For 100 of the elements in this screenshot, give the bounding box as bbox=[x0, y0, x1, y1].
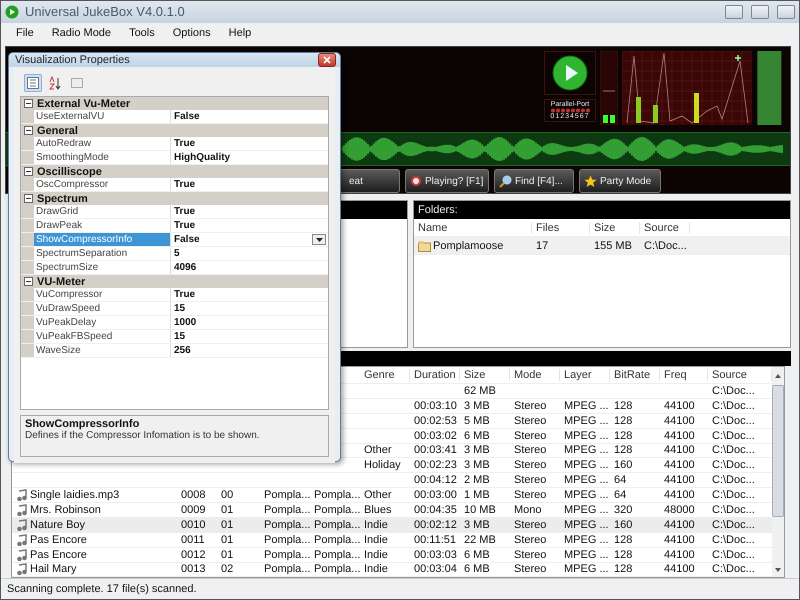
table-cell-text: MPEG ... bbox=[563, 474, 610, 486]
player-button[interactable]: Party Mode bbox=[579, 169, 661, 194]
property-value: False bbox=[173, 111, 200, 122]
table-cell-text: 44100 bbox=[663, 414, 696, 427]
column-header[interactable]: BitRate bbox=[610, 369, 660, 382]
collapse-icon[interactable] bbox=[24, 194, 33, 203]
property-name[interactable]: AutoRedraw bbox=[34, 137, 171, 150]
caret-icon bbox=[316, 238, 322, 242]
play-button[interactable] bbox=[552, 55, 588, 92]
track-title: Pas Encore bbox=[12, 548, 177, 561]
property-name[interactable]: VuPeakDelay bbox=[34, 316, 171, 329]
table-cell-text: 160 bbox=[613, 518, 634, 531]
description-text: Defines if the Compressor Infomation is to be shown. bbox=[25, 430, 261, 441]
property-name[interactable]: SpectrumSize bbox=[34, 261, 171, 274]
track-row[interactable]: Hail Mary 0013 02 Pompla... Pompla... Indie 00:03:04 6 MB Stereo MPEG ... 128 44100 C:\Doc... bbox=[12, 562, 772, 578]
scroll-thumb[interactable] bbox=[772, 385, 784, 518]
property-value: HighQuality bbox=[173, 152, 230, 163]
categorized-button[interactable] bbox=[24, 74, 42, 92]
table-cell-text: C:\Doc... bbox=[711, 489, 756, 502]
column-header[interactable]: Mode bbox=[510, 369, 560, 382]
track-title: Mrs. Robinson bbox=[12, 504, 177, 516]
scroll-up-icon[interactable] bbox=[774, 373, 782, 380]
property-name[interactable]: OscCompressor bbox=[34, 178, 171, 191]
table-cell-text: MPEG ... bbox=[563, 504, 610, 516]
column-header[interactable]: Size bbox=[460, 369, 510, 382]
menu-item[interactable]: File bbox=[7, 27, 43, 40]
table-cell-text: 0010 bbox=[180, 518, 206, 531]
column-header[interactable]: Source bbox=[640, 222, 690, 234]
row-gutter bbox=[21, 330, 34, 343]
close-button[interactable] bbox=[318, 53, 336, 67]
maximize-button[interactable] bbox=[751, 4, 769, 19]
column-header[interactable]: Duration bbox=[410, 369, 460, 382]
table-cell-text: 44100 bbox=[663, 548, 696, 561]
track-row[interactable]: Mrs. Robinson 0009 01 Pompla... Pompla... Blues 00:04:35 10 MB Mono MPEG ... 320 48000 C:\Doc... bbox=[12, 503, 772, 518]
collapse-icon[interactable] bbox=[24, 99, 33, 108]
column-header[interactable]: Files bbox=[532, 222, 590, 234]
scroll-down-icon[interactable] bbox=[774, 567, 782, 574]
table-cell-text: Stereo bbox=[513, 430, 548, 442]
property-name[interactable]: DrawGrid bbox=[34, 205, 171, 218]
table-cell-text: 3 MB bbox=[463, 518, 491, 531]
collapse-icon[interactable] bbox=[24, 277, 33, 286]
dropdown-button[interactable] bbox=[312, 234, 326, 245]
table-cell-text: 128 bbox=[613, 414, 634, 427]
table-cell-text: 6 MB bbox=[463, 430, 491, 442]
table-cell-text: Stereo bbox=[513, 474, 548, 486]
collapse-icon[interactable] bbox=[24, 167, 33, 176]
menu-item[interactable]: Help bbox=[220, 27, 260, 40]
track-row[interactable]: Pas Encore 0012 01 Pompla... Pompla... Indie 00:03:03 6 MB Stereo MPEG ... 128 44100 C:\Doc... bbox=[12, 548, 772, 562]
table-cell-text: MPEG ... bbox=[563, 534, 610, 546]
player-button[interactable]: Playing? [F1] bbox=[405, 169, 489, 194]
table-cell-text: 2 MB bbox=[463, 474, 491, 486]
menu-item[interactable]: Radio Mode bbox=[42, 27, 120, 40]
status-text: Scanning complete. 17 file(s) scanned. bbox=[7, 583, 197, 596]
track-row[interactable]: Single laidies.mp3 0008 00 Pompla... Pompla... Other 00:03:00 1 MB Stereo MPEG ... 64 44100 C:\Doc... bbox=[12, 488, 772, 503]
track-row[interactable]: Pas Encore 0011 01 Pompla... Pompla... Indie 00:11:51 22 MB Stereo MPEG ... 128 44100 C:\Doc... bbox=[12, 532, 772, 548]
table-cell-text: 0012 bbox=[180, 548, 206, 561]
table-cell-text: Indie bbox=[363, 518, 389, 531]
track-title: Single laidies.mp3 bbox=[12, 489, 177, 502]
table-cell-text: 00:04:35 bbox=[413, 504, 458, 516]
property-value: True bbox=[173, 179, 196, 190]
category-label: Spectrum bbox=[37, 192, 88, 204]
music-note-icon bbox=[16, 518, 28, 531]
table-cell-text: Stereo bbox=[513, 444, 548, 456]
table-cell-text: Pompla... bbox=[263, 534, 310, 546]
table-cell-text: C:\Doc... bbox=[643, 240, 688, 252]
table-cell-text: 01 bbox=[220, 518, 234, 531]
track-row[interactable]: 00:04:12 2 MB Stereo MPEG ... 64 44100 C:\Doc... bbox=[12, 473, 772, 488]
table-cell-text: 6 MB bbox=[463, 548, 491, 561]
row-gutter bbox=[21, 233, 34, 246]
property-name[interactable]: VuPeakFBSpeed bbox=[34, 330, 171, 343]
menu-item[interactable]: Tools bbox=[120, 27, 164, 40]
column-header[interactable]: Size bbox=[590, 222, 640, 234]
property-name[interactable]: WaveSize bbox=[34, 344, 171, 357]
property-name[interactable]: VuDrawSpeed bbox=[34, 302, 171, 315]
collapse-icon[interactable] bbox=[24, 126, 33, 135]
property-name[interactable]: SmoothingMode bbox=[34, 151, 171, 164]
table-cell-text: 44100 bbox=[663, 534, 696, 546]
table-cell-text: Pompla... bbox=[313, 563, 360, 576]
minimize-button[interactable] bbox=[725, 4, 743, 19]
port-leds-icon bbox=[550, 108, 590, 114]
window-title: Universal JukeBox V4.0.1.0 bbox=[25, 4, 186, 20]
property-value: True bbox=[173, 138, 196, 149]
column-header[interactable]: Genre bbox=[360, 369, 410, 382]
category-label: General bbox=[37, 124, 78, 136]
table-cell-text: 64 bbox=[613, 474, 628, 486]
table-cell-text: Other bbox=[363, 444, 393, 456]
property-name[interactable]: DrawPeak bbox=[34, 219, 171, 232]
column-header[interactable]: Freq bbox=[660, 369, 708, 382]
property-name[interactable]: UseExternalVU bbox=[34, 110, 171, 123]
menu-item[interactable]: Options bbox=[164, 27, 220, 40]
column-header[interactable]: Layer bbox=[560, 369, 610, 382]
property-name[interactable]: VuCompressor bbox=[34, 288, 171, 301]
table-cell-text: Pompla... bbox=[263, 548, 310, 561]
property-name[interactable]: SpectrumSeparation bbox=[34, 247, 171, 260]
track-row[interactable]: Nature Boy 0010 01 Pompla... Pompla... Indie 00:02:12 3 MB Stereo MPEG ... 160 44100 C:\Doc... bbox=[12, 518, 772, 533]
table-cell-text: Stereo bbox=[513, 534, 548, 546]
column-header[interactable]: Name bbox=[414, 222, 532, 234]
player-button[interactable]: Find [F4]... bbox=[494, 169, 574, 194]
table-cell-text: 0009 bbox=[180, 504, 206, 516]
table-cell-text: 128 bbox=[613, 548, 634, 561]
